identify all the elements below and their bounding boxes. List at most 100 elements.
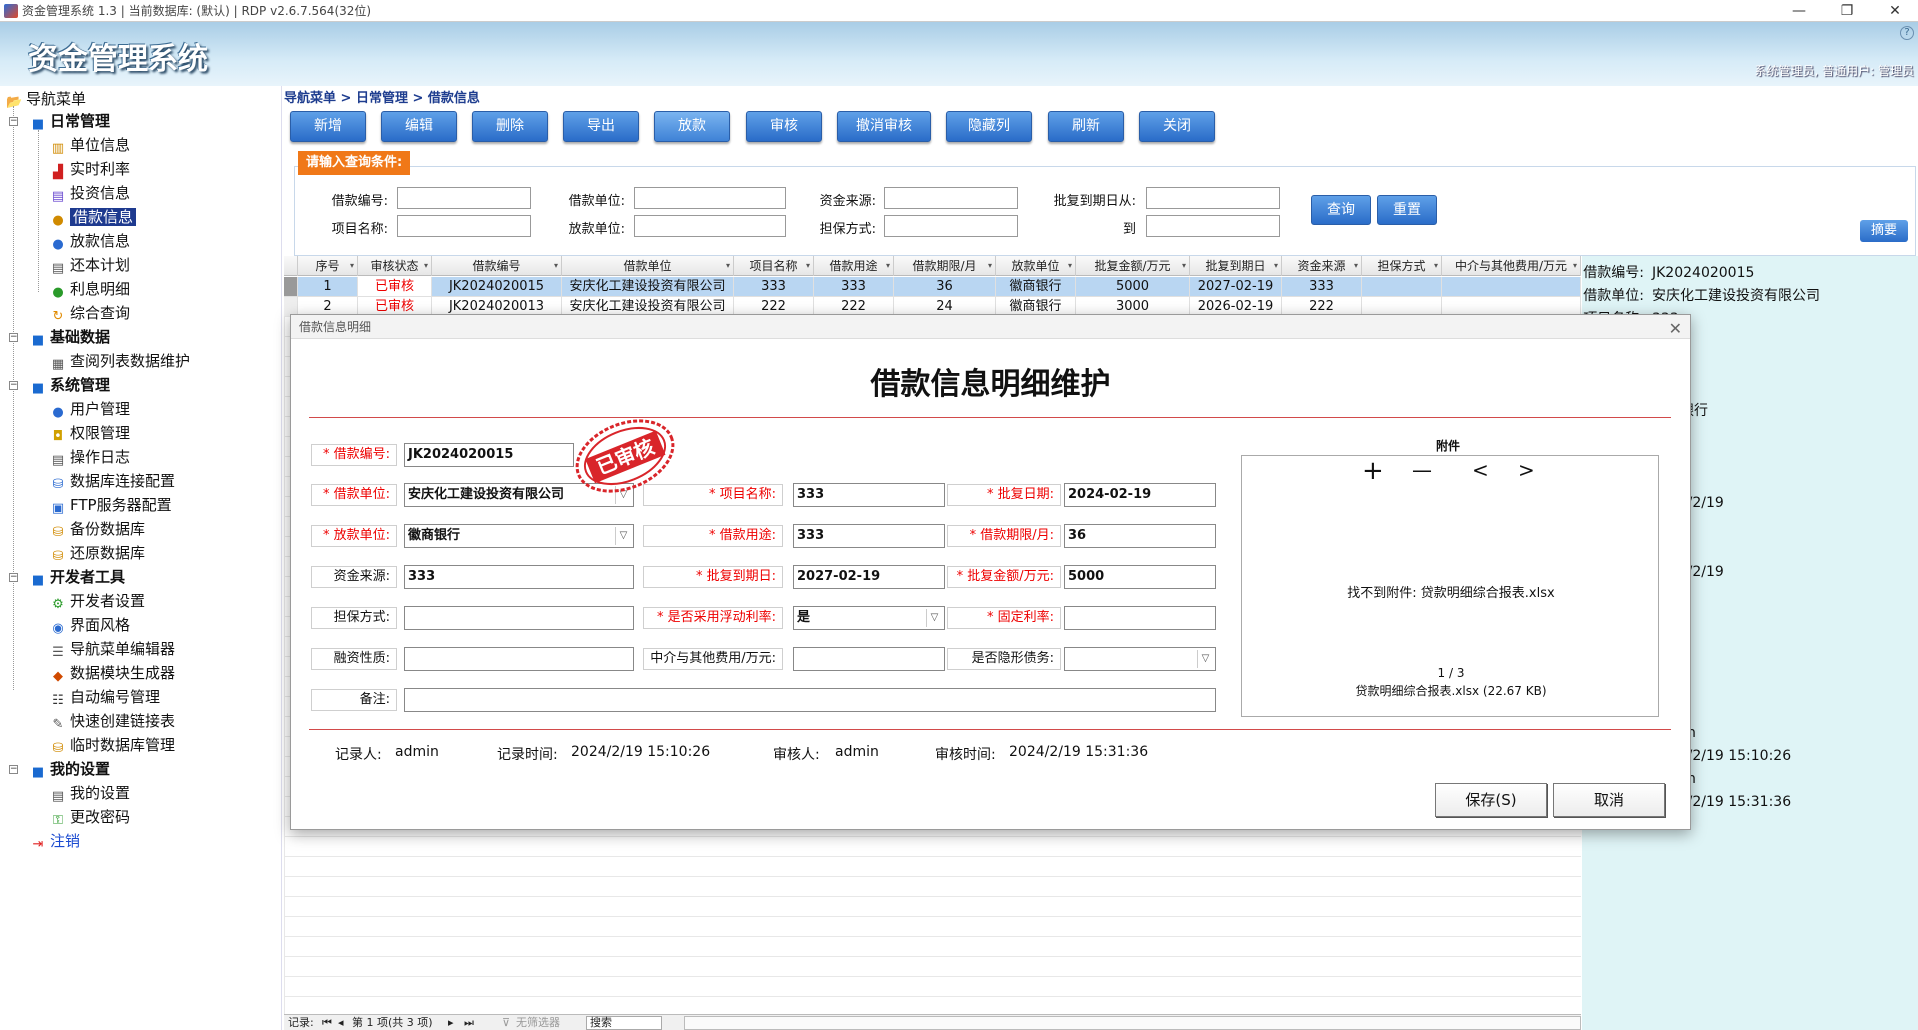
cancel-audit-button[interactable]: 撤消审核 (837, 111, 931, 142)
chevron-down-icon[interactable]: ▽ (926, 609, 942, 627)
fees-field[interactable] (793, 647, 945, 671)
query-lender-input[interactable] (634, 215, 786, 237)
collapse-icon[interactable]: − (9, 573, 18, 582)
collapse-icon[interactable]: − (9, 765, 18, 774)
fund-source-field[interactable]: 333 (404, 565, 634, 589)
nav-item-realtime-rate[interactable]: ▟ 实时利率 (50, 158, 130, 180)
column-header[interactable]: 借款编号 ▾ (432, 256, 562, 276)
search-button[interactable]: 查询 (1311, 195, 1371, 225)
nav-item-link-table[interactable]: ✎ 快速创建链接表 (50, 710, 175, 732)
fixed-rate-field[interactable] (1064, 606, 1216, 630)
dialog-close-icon[interactable]: ✕ (1669, 317, 1682, 341)
query-loan-no-input[interactable] (397, 187, 531, 209)
nav-item-disbursement[interactable]: ● 放款信息 (50, 230, 130, 252)
purpose-field[interactable]: 333 (793, 524, 945, 548)
column-header[interactable]: 借款单位 ▾ (562, 256, 734, 276)
nav-logout[interactable]: ⇥ 注销 (30, 830, 80, 852)
next-attachment-icon[interactable]: > (1518, 458, 1535, 482)
nav-item-dev-settings[interactable]: ⚙ 开发者设置 (50, 590, 145, 612)
zoom-in-icon[interactable]: + (1362, 456, 1384, 486)
query-fund-source-input[interactable] (884, 187, 1018, 209)
maximize-button[interactable]: ❐ (1824, 0, 1870, 22)
nav-item-query[interactable]: ↻ 综合查询 (50, 302, 130, 324)
table-row[interactable]: 1 已审核 JK2024020015 安庆化工建设投资有限公司 333 333 … (284, 277, 1581, 297)
nav-group-basic[interactable]: ■ 基础数据 (30, 326, 110, 348)
collapse-icon[interactable]: − (9, 117, 18, 126)
term-field[interactable]: 36 (1064, 524, 1216, 548)
filter-icon[interactable]: ⊽ (502, 1015, 510, 1030)
approve-date-field[interactable]: 2024-02-19 (1064, 483, 1216, 507)
column-header[interactable]: 序号 ▾ (298, 256, 358, 276)
loan-no-field[interactable]: JK2024020015 (404, 443, 574, 467)
first-record-icon[interactable]: ⏮ (322, 1015, 332, 1030)
edit-button[interactable]: 编辑 (381, 111, 457, 142)
nav-item-backup[interactable]: ⛁ 备份数据库 (50, 518, 145, 540)
hide-columns-button[interactable]: 隐藏列 (946, 111, 1032, 142)
column-header[interactable]: 项目名称 ▾ (734, 256, 814, 276)
collapse-icon[interactable]: − (9, 333, 18, 342)
nav-group-system[interactable]: ■ 系统管理 (30, 374, 110, 396)
nav-item-db-config[interactable]: ⛁ 数据库连接配置 (50, 470, 175, 492)
query-approve-to-input[interactable] (1146, 215, 1280, 237)
audit-button[interactable]: 审核 (746, 111, 822, 142)
nav-item-investment[interactable]: ▤ 投资信息 (50, 182, 130, 204)
nav-item-module-generator[interactable]: ◆ 数据模块生成器 (50, 662, 175, 684)
prev-record-icon[interactable]: ◂ (338, 1015, 344, 1030)
nav-group-mysettings[interactable]: ■ 我的设置 (30, 758, 110, 780)
column-header[interactable]: 批复金额/万元 ▾ (1076, 256, 1190, 276)
nav-item-ui-style[interactable]: ◉ 界面风格 (50, 614, 130, 636)
nav-root[interactable]: 📂 导航菜单 (6, 88, 86, 110)
nav-item-change-password[interactable]: ⚿ 更改密码 (50, 806, 130, 828)
prev-attachment-icon[interactable]: < (1472, 458, 1489, 482)
nav-item-lookup-maintenance[interactable]: ▦ 查阅列表数据维护 (50, 350, 190, 372)
column-header[interactable]: 中介与其他费用/万元 ▾ (1442, 256, 1581, 276)
nav-item-ftp-config[interactable]: ▣ FTP服务器配置 (50, 494, 172, 516)
delete-button[interactable]: 删除 (472, 111, 548, 142)
nav-item-permissions[interactable]: ◘ 权限管理 (50, 422, 130, 444)
close-window-button[interactable]: ✕ (1872, 0, 1918, 22)
project-field[interactable]: 333 (793, 483, 945, 507)
filter-status[interactable]: 无筛选器 (516, 1015, 560, 1030)
column-header[interactable]: 担保方式 ▾ (1362, 256, 1442, 276)
query-guarantee-input[interactable] (884, 215, 1018, 237)
lender-select[interactable]: 徽商银行 ▽ (404, 524, 634, 548)
remark-field[interactable] (404, 688, 1216, 712)
disburse-button[interactable]: 放款 (654, 111, 730, 142)
next-record-icon[interactable]: ▸ (448, 1015, 454, 1030)
cancel-button[interactable]: 取消 (1553, 783, 1665, 817)
chevron-down-icon[interactable]: ▽ (1197, 650, 1213, 668)
column-header[interactable]: 批复到期日 ▾ (1190, 256, 1282, 276)
column-header[interactable]: 放款单位 ▾ (996, 256, 1076, 276)
amount-field[interactable]: 5000 (1064, 565, 1216, 589)
query-borrower-input[interactable] (634, 187, 786, 209)
column-header[interactable]: 审核状态 ▾ (358, 256, 432, 276)
nav-item-interest[interactable]: ● 利息明细 (50, 278, 130, 300)
column-header[interactable]: 借款期限/月 ▾ (894, 256, 996, 276)
nav-group-dev[interactable]: ■ 开发者工具 (30, 566, 125, 588)
floating-rate-select[interactable]: 是 ▽ (793, 606, 945, 630)
query-approve-from-input[interactable] (1146, 187, 1280, 209)
save-button[interactable]: 保存(S) (1435, 783, 1547, 817)
summary-button[interactable]: 摘要 (1860, 220, 1908, 242)
export-button[interactable]: 导出 (563, 111, 639, 142)
column-header[interactable]: 资金来源 ▾ (1282, 256, 1362, 276)
hidden-debt-select[interactable]: ▽ (1064, 647, 1216, 671)
minimize-button[interactable]: — (1776, 0, 1822, 22)
nav-group-daily[interactable]: ■ 日常管理 (30, 110, 110, 132)
nav-item-auto-number[interactable]: ☷ 自动编号管理 (50, 686, 160, 708)
nav-item-restore[interactable]: ⛁ 还原数据库 (50, 542, 145, 564)
column-header[interactable]: 借款用途 ▾ (814, 256, 894, 276)
nav-item-users[interactable]: ● 用户管理 (50, 398, 130, 420)
guarantee-field[interactable] (404, 606, 634, 630)
collapse-icon[interactable]: − (9, 381, 18, 390)
last-record-icon[interactable]: ⏭ (464, 1015, 474, 1030)
query-project-input[interactable] (397, 215, 531, 237)
finance-nature-field[interactable] (404, 647, 634, 671)
nav-item-my-settings[interactable]: ▤ 我的设置 (50, 782, 130, 804)
close-button[interactable]: 关闭 (1139, 111, 1215, 142)
row-selector[interactable] (284, 277, 298, 297)
nav-item-repay-plan[interactable]: ▤ 还本计划 (50, 254, 130, 276)
chevron-down-icon[interactable]: ▽ (615, 527, 631, 545)
due-date-field[interactable]: 2027-02-19 (793, 565, 945, 589)
search-box[interactable]: 搜索 (586, 1016, 662, 1030)
